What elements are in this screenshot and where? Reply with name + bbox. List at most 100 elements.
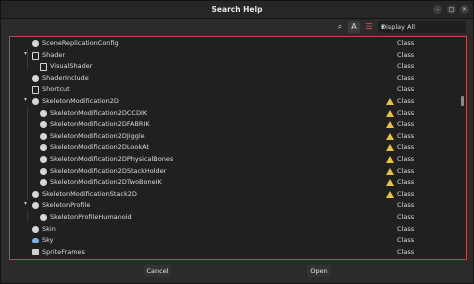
warning-icon bbox=[386, 121, 394, 129]
open-button[interactable]: Open bbox=[307, 265, 331, 277]
dialog-title: Search Help bbox=[211, 5, 263, 14]
item-type: Class bbox=[397, 62, 415, 71]
class-icon bbox=[40, 179, 47, 187]
list-item[interactable]: SkeletonModification2DLookAt Class bbox=[10, 142, 456, 154]
item-label: SkeletonModification2DStackHolder bbox=[50, 166, 167, 175]
item-type: Class bbox=[397, 213, 415, 221]
list-item[interactable]: ▾ Shader Class bbox=[10, 50, 456, 62]
list-item[interactable]: SkeletonModification2DFABRIK Class bbox=[10, 119, 456, 131]
item-label: SkeletonModification2DPhysicalBones bbox=[50, 155, 174, 163]
class-icon bbox=[32, 40, 39, 47]
scroll-thumb[interactable] bbox=[461, 96, 464, 106]
search-help-dialog: Search Help – □ × ⌕ A ☰ ▾ Display All Sc… bbox=[0, 0, 474, 284]
list-item[interactable]: Sky Class bbox=[10, 235, 456, 247]
class-icon bbox=[40, 121, 47, 129]
item-type: Class bbox=[397, 247, 415, 256]
item-label: Shortcut bbox=[42, 85, 70, 94]
list-item[interactable]: ▾ SkeletonProfile Class bbox=[10, 200, 456, 212]
class-icon bbox=[40, 132, 47, 140]
item-type: Class bbox=[397, 189, 415, 198]
item-type: Class bbox=[397, 178, 415, 187]
display-filter-select[interactable]: ▾ Display All bbox=[378, 21, 466, 33]
item-label: SkeletonProfile bbox=[42, 201, 91, 210]
item-label: SkeletonProfileHumanoid bbox=[50, 213, 132, 221]
show-hierarchy-icon[interactable]: ☰ bbox=[363, 21, 375, 33]
item-label: Sky bbox=[42, 236, 54, 245]
sky-icon bbox=[32, 238, 39, 244]
class-icon bbox=[32, 225, 39, 233]
cancel-button[interactable]: Cancel bbox=[144, 265, 171, 277]
list-item[interactable]: SceneReplicationConfig Class bbox=[10, 38, 456, 50]
list-item[interactable]: SkeletonModification2DPhysicalBones Class bbox=[10, 154, 456, 166]
warning-icon bbox=[386, 109, 394, 117]
item-label: SkeletonModification2D bbox=[42, 97, 119, 105]
warning-icon bbox=[386, 179, 394, 187]
class-icon bbox=[40, 109, 47, 117]
chevron-down-icon[interactable]: ▾ bbox=[24, 200, 27, 207]
warning-icon bbox=[386, 144, 394, 152]
item-label: Shader bbox=[42, 50, 66, 59]
display-filter-value: Display All bbox=[381, 23, 416, 31]
results-tree[interactable]: SceneReplicationConfig Class ▾ Shader Class V… bbox=[9, 36, 467, 260]
item-type: Class bbox=[397, 131, 415, 140]
warning-icon bbox=[386, 167, 394, 175]
list-item[interactable]: ▾ SkeletonModification2D Class bbox=[10, 96, 456, 108]
warning-icon bbox=[386, 156, 394, 163]
item-label: SpriteFrames bbox=[42, 247, 85, 256]
item-type: Class bbox=[397, 143, 415, 152]
list-item[interactable]: SkeletonModificationStack2D Class bbox=[10, 189, 456, 201]
class-icon bbox=[32, 98, 39, 105]
warning-icon bbox=[386, 98, 394, 105]
item-label: SkeletonModificationStack2D bbox=[42, 189, 137, 198]
scrollbar[interactable] bbox=[461, 37, 465, 259]
case-sensitive-icon[interactable]: A bbox=[348, 21, 360, 33]
class-icon bbox=[40, 167, 47, 175]
list-item[interactable]: ShaderInclude Class bbox=[10, 73, 456, 85]
class-icon bbox=[40, 214, 47, 221]
search-icon[interactable]: ⌕ bbox=[334, 21, 346, 33]
item-label: SkeletonModification2DCCDIK bbox=[50, 108, 148, 117]
list-item[interactable]: Shortcut Class bbox=[10, 84, 456, 96]
list-item[interactable]: SkeletonModification2DTwoBoneIK Class bbox=[10, 177, 456, 189]
class-icon bbox=[32, 190, 39, 198]
list-item[interactable]: SkeletonProfileHumanoid Class bbox=[10, 212, 456, 224]
item-type: Class bbox=[397, 236, 415, 245]
item-type: Class bbox=[397, 39, 415, 47]
minimize-button[interactable]: – bbox=[433, 5, 442, 14]
item-label: SkeletonModification2DTwoBoneIK bbox=[50, 178, 162, 187]
item-type: Class bbox=[397, 73, 415, 82]
list-item[interactable]: SpriteFrames Class bbox=[10, 247, 456, 259]
item-label: VisualShader bbox=[50, 62, 93, 71]
item-type: Class bbox=[397, 201, 415, 210]
class-icon bbox=[40, 156, 47, 163]
resource-icon bbox=[32, 86, 39, 95]
item-type: Class bbox=[397, 108, 415, 117]
resource-icon bbox=[32, 51, 39, 60]
item-label: Skin bbox=[42, 224, 56, 233]
list-item[interactable]: VisualShader Class bbox=[10, 61, 456, 73]
list-item[interactable]: SkeletonModification2DJiggle Class bbox=[10, 131, 456, 143]
item-label: SceneReplicationConfig bbox=[42, 39, 119, 47]
warning-icon bbox=[386, 132, 394, 140]
class-icon bbox=[32, 202, 39, 210]
close-button[interactable]: × bbox=[460, 5, 469, 14]
list-item[interactable]: Skin Class bbox=[10, 224, 456, 236]
item-type: Class bbox=[397, 85, 415, 94]
item-type: Class bbox=[397, 120, 415, 129]
list-item[interactable]: SkeletonModification2DStackHolder Class bbox=[10, 166, 456, 178]
item-type: Class bbox=[397, 166, 415, 175]
title-bar: Search Help – □ × bbox=[1, 1, 473, 19]
item-type: Class bbox=[397, 50, 415, 59]
item-type: Class bbox=[397, 155, 415, 163]
maximize-button[interactable]: □ bbox=[447, 5, 456, 14]
item-label: SkeletonModification2DLookAt bbox=[50, 143, 149, 152]
item-type: Class bbox=[397, 97, 415, 105]
chevron-down-icon[interactable]: ▾ bbox=[24, 50, 27, 57]
chevron-down-icon[interactable]: ▾ bbox=[24, 96, 27, 103]
warning-icon bbox=[386, 190, 394, 198]
item-label: SkeletonModification2DJiggle bbox=[50, 131, 145, 140]
resource-icon bbox=[40, 63, 47, 72]
class-icon bbox=[40, 144, 47, 152]
item-type: Class bbox=[397, 224, 415, 233]
list-item[interactable]: SkeletonModification2DCCDIK Class bbox=[10, 108, 456, 120]
